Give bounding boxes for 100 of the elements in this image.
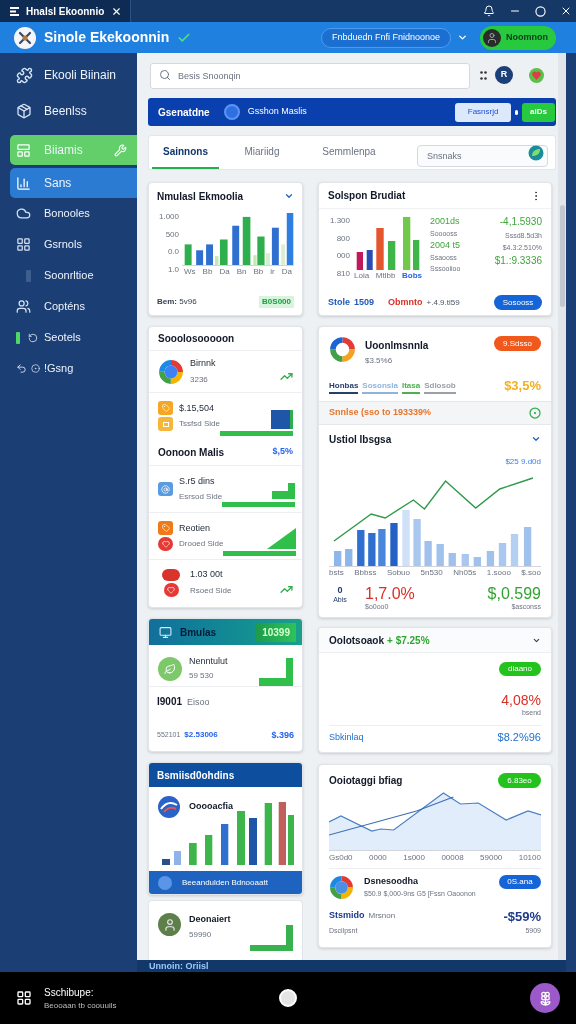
axis-label: 5n530 <box>420 567 443 577</box>
sidebar-item[interactable]: Bonooles <box>0 198 137 229</box>
axis-label: Sobuo <box>386 567 410 577</box>
axis-label: Bn <box>236 267 247 276</box>
sidebar-item[interactable]: Soonrltioe <box>0 260 137 291</box>
avatar-button[interactable]: R <box>495 66 513 84</box>
avatar <box>158 913 181 936</box>
axis-label: 10100 <box>518 853 541 862</box>
total-value: $3,5% <box>504 377 541 395</box>
sidebar-item[interactable]: Ekooli Biinain <box>0 57 137 93</box>
close-icon[interactable] <box>560 5 572 17</box>
donut-icon <box>158 358 184 385</box>
step-drawing <box>259 658 293 686</box>
tab[interactable]: Miariidg <box>231 136 293 169</box>
axis-value: 0 <box>337 584 343 595</box>
legend-label: Honbas <box>329 379 359 394</box>
section-value: $,5% <box>272 445 293 459</box>
status-badge: 6.83eo <box>498 773 541 788</box>
dots-icon[interactable] <box>480 70 487 80</box>
status-badge: 9.Sdsso <box>494 336 541 351</box>
sidebar-item[interactable]: Gsrnols <box>0 229 137 260</box>
axis-label: 00008 <box>441 853 464 862</box>
axis-label: ir <box>270 267 275 276</box>
sidebar-item[interactable]: Seotels <box>0 322 137 353</box>
count-badge: 10399 <box>256 622 296 642</box>
action-button[interactable]: 0S.ana <box>499 875 541 889</box>
axis-label: 1s000 <box>403 853 425 862</box>
sidebar-item[interactable]: !Gsng <box>0 353 137 384</box>
axis-label: 1.sooo <box>486 567 511 577</box>
legend-label: Itasa <box>401 379 421 394</box>
card-title: Uoonlmsnnla <box>365 339 429 353</box>
nav-title: Sschibupe: <box>44 985 95 1000</box>
workspace-selector[interactable]: Fnbduedn Fnfi Fnidnoonoe <box>320 27 451 48</box>
chart-bar <box>378 528 386 567</box>
item-title: $.15,504 <box>179 401 216 415</box>
trend-up-icon <box>280 583 293 596</box>
menu-icon[interactable] <box>10 6 19 16</box>
chevron-icon[interactable] <box>531 434 541 444</box>
trend-up-icon <box>280 370 293 383</box>
filter-field[interactable]: Snsnaks <box>417 144 548 167</box>
chart-bar <box>357 529 365 567</box>
bell-icon[interactable] <box>483 5 495 17</box>
sidebar-item[interactable]: Beenlss <box>0 93 137 129</box>
axis-label: 59000 <box>480 853 503 862</box>
legend-label: Sosonsla <box>362 379 398 394</box>
sidebar-item[interactable]: Copténs <box>0 291 137 322</box>
dot-circle-icon <box>31 364 40 373</box>
footer-sublabel: Mrsnon <box>368 910 396 922</box>
users-icon <box>16 299 31 314</box>
axis-label: Da <box>219 267 230 276</box>
bar-chart-drawing <box>354 216 422 270</box>
action-button[interactable]: Sosooss <box>494 295 542 310</box>
scrollbar-thumb[interactable] <box>559 205 565 307</box>
code-label: Eisoo <box>187 696 210 709</box>
app-logo-icon[interactable] <box>528 66 545 84</box>
at-sign-icon <box>158 482 173 496</box>
axis-label: 810 <box>336 268 350 278</box>
banner-subtitle: Gsshon Maslis <box>247 105 307 119</box>
axis-label: Bbbss <box>354 567 377 577</box>
axis-label: Loia <box>354 271 370 280</box>
tab[interactable]: Sainnons <box>152 136 219 169</box>
chart-bar <box>368 532 376 567</box>
axis-label: Nh05s <box>453 567 477 577</box>
app-title: Sinole Ekekoonnin <box>44 28 170 47</box>
chart-bar <box>402 509 410 567</box>
assistant-button[interactable] <box>530 983 560 1013</box>
axis-label: 1.300 <box>329 216 350 225</box>
axis-label: bsts <box>329 567 344 577</box>
close-tab-icon[interactable] <box>111 5 122 17</box>
stat-value: 4,08% <box>501 692 541 708</box>
chevron-icon[interactable] <box>284 191 294 201</box>
refresh-icon <box>28 332 38 343</box>
alert-text: Obmnto <box>388 295 423 309</box>
legend-label: Sdlosob <box>424 379 456 394</box>
footer-label: Stole <box>328 295 350 309</box>
user-button[interactable]: Noomnon <box>480 25 556 50</box>
maximize-icon[interactable] <box>535 5 546 17</box>
label-pill-icon <box>162 568 180 581</box>
grid-icon[interactable] <box>16 990 32 1006</box>
alert-text: Snnlse (sso to 193339% <box>329 405 432 419</box>
axis-label: Ws <box>184 267 196 276</box>
chart-bar <box>523 526 532 567</box>
tab[interactable]: Semmlenpa <box>313 136 385 169</box>
stat-value: -4,1.5930 <box>499 216 542 228</box>
card-title: Bmulas <box>180 625 217 640</box>
axis-label: $.soo <box>521 567 541 577</box>
item-subtitle: Tssfsd Side <box>179 418 220 431</box>
banner-button[interactable]: Fasnsrjd <box>455 102 512 122</box>
home-button[interactable] <box>279 989 297 1007</box>
item-subtitle: 59990 <box>189 928 213 941</box>
logo-icon <box>14 26 36 49</box>
chart-bar <box>334 550 342 567</box>
status-bar-icon <box>16 331 20 344</box>
step-drawing <box>250 925 293 951</box>
chart-bar <box>424 540 432 567</box>
sidebar-item[interactable]: Sans <box>10 168 137 198</box>
window-tab[interactable]: Hnalsl Ekoonnio <box>0 0 131 22</box>
puzzle-icon <box>16 66 33 84</box>
card-title: Nmulasl Ekmoolia <box>157 189 244 204</box>
search-field[interactable]: Besis Snoonqin <box>150 63 470 89</box>
